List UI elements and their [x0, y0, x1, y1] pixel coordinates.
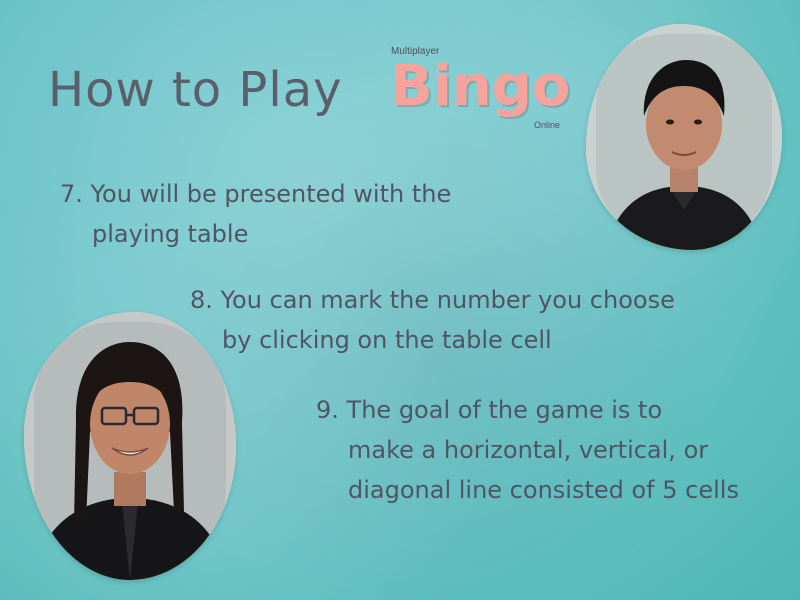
step-7-number: 7. [60, 180, 83, 208]
portrait-top-right-illustration [586, 24, 782, 250]
portrait-bottom-left [24, 312, 236, 580]
step-9-line-2: make a horizontal, vertical, or [348, 436, 709, 464]
title-online-tag: Online [534, 120, 561, 130]
step-9-line-3: diagonal line consisted of 5 cells [348, 476, 739, 504]
title-prefix: How to Play [48, 62, 343, 118]
portrait-bottom-left-illustration [24, 312, 236, 580]
step-8: 8. You can mark the number you choose by… [190, 280, 675, 360]
page-title: How to Play Multiplayer Bingo Online [48, 46, 588, 142]
portrait-top-right [586, 24, 782, 250]
title-bingo-logo: Bingo [390, 54, 571, 119]
step-8-number: 8. [190, 286, 213, 314]
step-9-number: 9. [316, 396, 339, 424]
step-8-line-1: You can mark the number you choose [220, 286, 675, 314]
step-7: 7. You will be presented with the playin… [60, 174, 451, 254]
step-7-line-2: playing table [92, 220, 249, 248]
step-9-line-1: The goal of the game is to [346, 396, 663, 424]
step-7-line-1: You will be presented with the [90, 180, 452, 208]
step-8-line-2: by clicking on the table cell [222, 326, 552, 354]
step-9: 9. The goal of the game is to make a hor… [316, 390, 739, 510]
